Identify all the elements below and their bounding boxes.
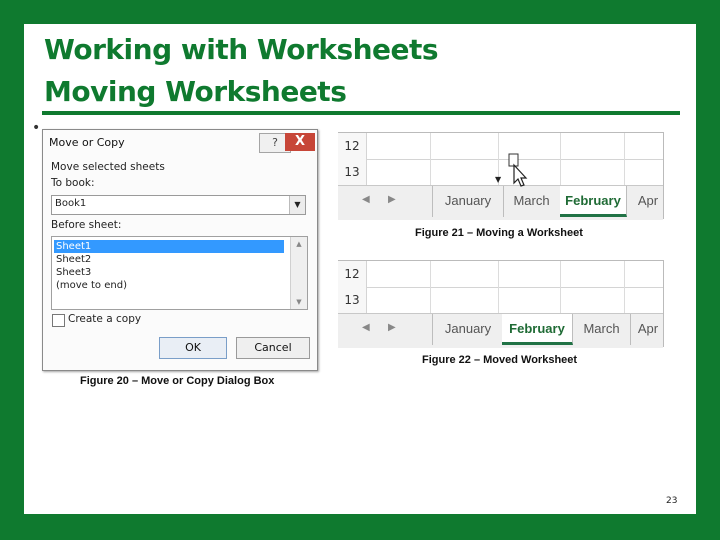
before-sheet-label: Before sheet: [51, 219, 122, 231]
cancel-button[interactable]: Cancel [236, 337, 310, 359]
drop-position-icon: ▼ [495, 175, 502, 184]
grid-line [560, 133, 561, 185]
sheet-tab-march[interactable]: March [573, 314, 631, 345]
sheet-tab-march[interactable]: March [503, 186, 561, 217]
scroll-down-icon[interactable]: ▼ [291, 295, 307, 309]
sheet-tab-january[interactable]: January [432, 314, 504, 345]
sheet-tab-april[interactable]: Apr [633, 186, 663, 217]
sheet-tab-january[interactable]: January [432, 186, 504, 217]
chevron-down-icon[interactable]: ▼ [289, 196, 305, 214]
grid-line [624, 133, 625, 185]
slide-title-line1: Working with Worksheets [44, 33, 439, 66]
row-header: 13 [338, 287, 367, 313]
grid-line [624, 261, 625, 313]
sheet-row: 12 [338, 261, 663, 288]
figure-22-caption: Figure 22 – Moved Worksheet [422, 354, 578, 366]
sheet-row: 13 [338, 287, 663, 314]
grid-line [430, 261, 431, 313]
dialog-title: Move or Copy [49, 136, 125, 149]
to-book-value: Book1 [55, 198, 87, 209]
tab-scroll-left-icon[interactable]: ◀ [362, 194, 370, 205]
grid-line [498, 261, 499, 313]
slide: Working with Worksheets Moving Worksheet… [24, 24, 696, 514]
tab-scroll-left-icon[interactable]: ◀ [362, 322, 370, 333]
grid-line [560, 261, 561, 313]
sheet-tab-strip: ◀ ▶ January March February Apr [338, 185, 663, 220]
slide-title-line2: Moving Worksheets [44, 75, 347, 108]
list-item[interactable]: Sheet3 [54, 266, 284, 279]
row-header: 12 [338, 261, 367, 287]
row-header: 12 [338, 133, 367, 159]
tab-scroll-right-icon[interactable]: ▶ [388, 194, 396, 205]
figure-20-caption: Figure 20 – Move or Copy Dialog Box [80, 375, 275, 387]
figure-21-caption: Figure 21 – Moving a Worksheet [415, 227, 583, 239]
list-item[interactable]: Sheet1 [54, 240, 284, 253]
drag-cursor-icon [508, 153, 528, 187]
sheet-tab-april[interactable]: Apr [633, 314, 663, 345]
figure-22-screenshot: 12 13 ◀ ▶ January February March Apr [338, 260, 664, 348]
before-sheet-list[interactable]: Sheet1 Sheet2 Sheet3 (move to end) ▲ ▼ [51, 236, 308, 310]
to-book-select[interactable]: Book1 ▼ [51, 195, 306, 215]
sheet-tab-february[interactable]: February [560, 186, 627, 217]
sheet-tab-strip: ◀ ▶ January February March Apr [338, 313, 663, 348]
grid-line [430, 133, 431, 185]
tab-scroll-right-icon[interactable]: ▶ [388, 322, 396, 333]
sheet-row: 12 [338, 133, 663, 160]
create-copy-checkbox[interactable] [52, 314, 65, 327]
to-book-label: To book: [51, 177, 95, 189]
page-number: 23 [666, 496, 678, 506]
list-scrollbar[interactable]: ▲ ▼ [290, 237, 307, 309]
sheet-tab-february[interactable]: February [502, 314, 573, 345]
scroll-up-icon[interactable]: ▲ [291, 237, 307, 251]
title-rule [42, 111, 680, 115]
list-item[interactable]: Sheet2 [54, 253, 284, 266]
bullet-marker: • [32, 120, 41, 136]
move-or-copy-dialog: Move or Copy ? X Move selected sheets To… [42, 129, 318, 371]
list-item[interactable]: (move to end) [54, 279, 284, 292]
close-button[interactable]: X [285, 133, 315, 151]
figure-21-screenshot: 12 13 ◀ ▶ January March February Apr ▼ [338, 132, 664, 220]
move-selected-label: Move selected sheets [51, 161, 165, 173]
ok-button[interactable]: OK [159, 337, 227, 359]
row-header: 13 [338, 159, 367, 185]
slide-title: Working with Worksheets Moving Worksheet… [44, 29, 439, 113]
create-copy-label: Create a copy [68, 313, 142, 325]
